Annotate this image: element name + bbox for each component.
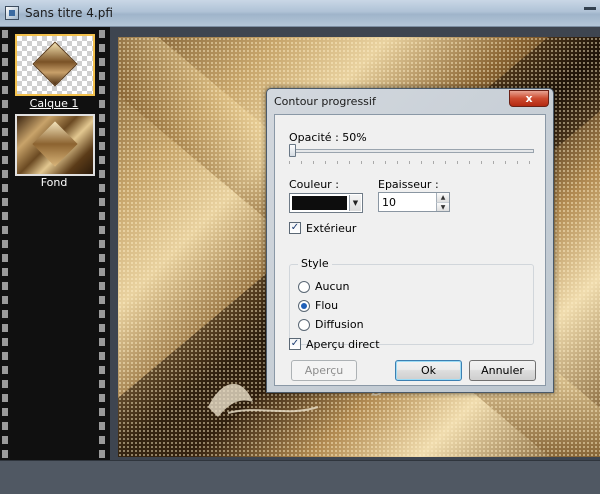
film-strip-left xyxy=(0,27,11,460)
style-group: Style Aucun Flou Diffusion xyxy=(289,257,534,345)
close-button[interactable]: x xyxy=(509,90,549,107)
ok-button[interactable]: Ok xyxy=(395,360,462,381)
contour-progressif-dialog: Contour progressif x Opacité : 50% Coule… xyxy=(266,88,554,393)
thickness-value[interactable]: 10 xyxy=(382,196,396,209)
layer-diamond-preview xyxy=(32,41,78,87)
minimize-button[interactable] xyxy=(584,7,596,10)
color-swatch xyxy=(292,196,347,210)
thickness-spinbox[interactable]: 10 ▲ ▼ xyxy=(378,192,450,212)
layers-panel: Calque 1 Fond xyxy=(0,27,110,460)
dialog-body: Opacité : 50% Couleur : ▼ Epaisseur : 10… xyxy=(274,114,546,386)
status-bar xyxy=(0,460,600,494)
chevron-down-icon[interactable]: ▼ xyxy=(349,195,361,211)
radio-label-flou: Flou xyxy=(315,299,339,312)
opacity-label: Opacité : 50% xyxy=(289,131,367,144)
layer-label-fond[interactable]: Fond xyxy=(11,176,97,189)
radio-flou[interactable] xyxy=(298,300,310,312)
layer-label-calque-1[interactable]: Calque 1 xyxy=(11,97,97,110)
layer-diamond-preview xyxy=(32,121,78,167)
layer-thumbnail-fond[interactable] xyxy=(15,114,95,176)
color-picker[interactable]: ▼ xyxy=(289,193,363,213)
spin-up-icon[interactable]: ▲ xyxy=(436,193,449,202)
opacity-slider-thumb[interactable] xyxy=(289,144,296,157)
exterior-checkbox[interactable]: ✓ xyxy=(289,222,301,234)
spin-down-icon[interactable]: ▼ xyxy=(436,202,449,211)
preview-button[interactable]: Aperçu xyxy=(291,360,357,381)
thickness-label: Epaisseur : xyxy=(378,178,439,191)
window-title: Sans titre 4.pfi xyxy=(25,6,113,20)
film-strip-right xyxy=(97,27,108,460)
radio-diffusion[interactable] xyxy=(298,319,310,331)
style-legend: Style xyxy=(298,257,332,270)
opacity-slider-ticks xyxy=(289,161,534,164)
dialog-title: Contour progressif xyxy=(274,95,376,108)
radio-aucun[interactable] xyxy=(298,281,310,293)
radio-label-aucun: Aucun xyxy=(315,280,350,293)
window-titlebar: Sans titre 4.pfi xyxy=(0,0,600,27)
opacity-slider-track[interactable] xyxy=(289,149,534,153)
cancel-button[interactable]: Annuler xyxy=(469,360,536,381)
color-label: Couleur : xyxy=(289,178,339,191)
app-icon xyxy=(5,6,19,20)
radio-label-diffusion: Diffusion xyxy=(315,318,364,331)
live-preview-label: Aperçu direct xyxy=(306,338,380,351)
layer-thumbnail-calque-1[interactable] xyxy=(15,34,95,96)
live-preview-checkbox[interactable]: ✓ xyxy=(289,338,301,350)
exterior-label: Extérieur xyxy=(306,222,357,235)
